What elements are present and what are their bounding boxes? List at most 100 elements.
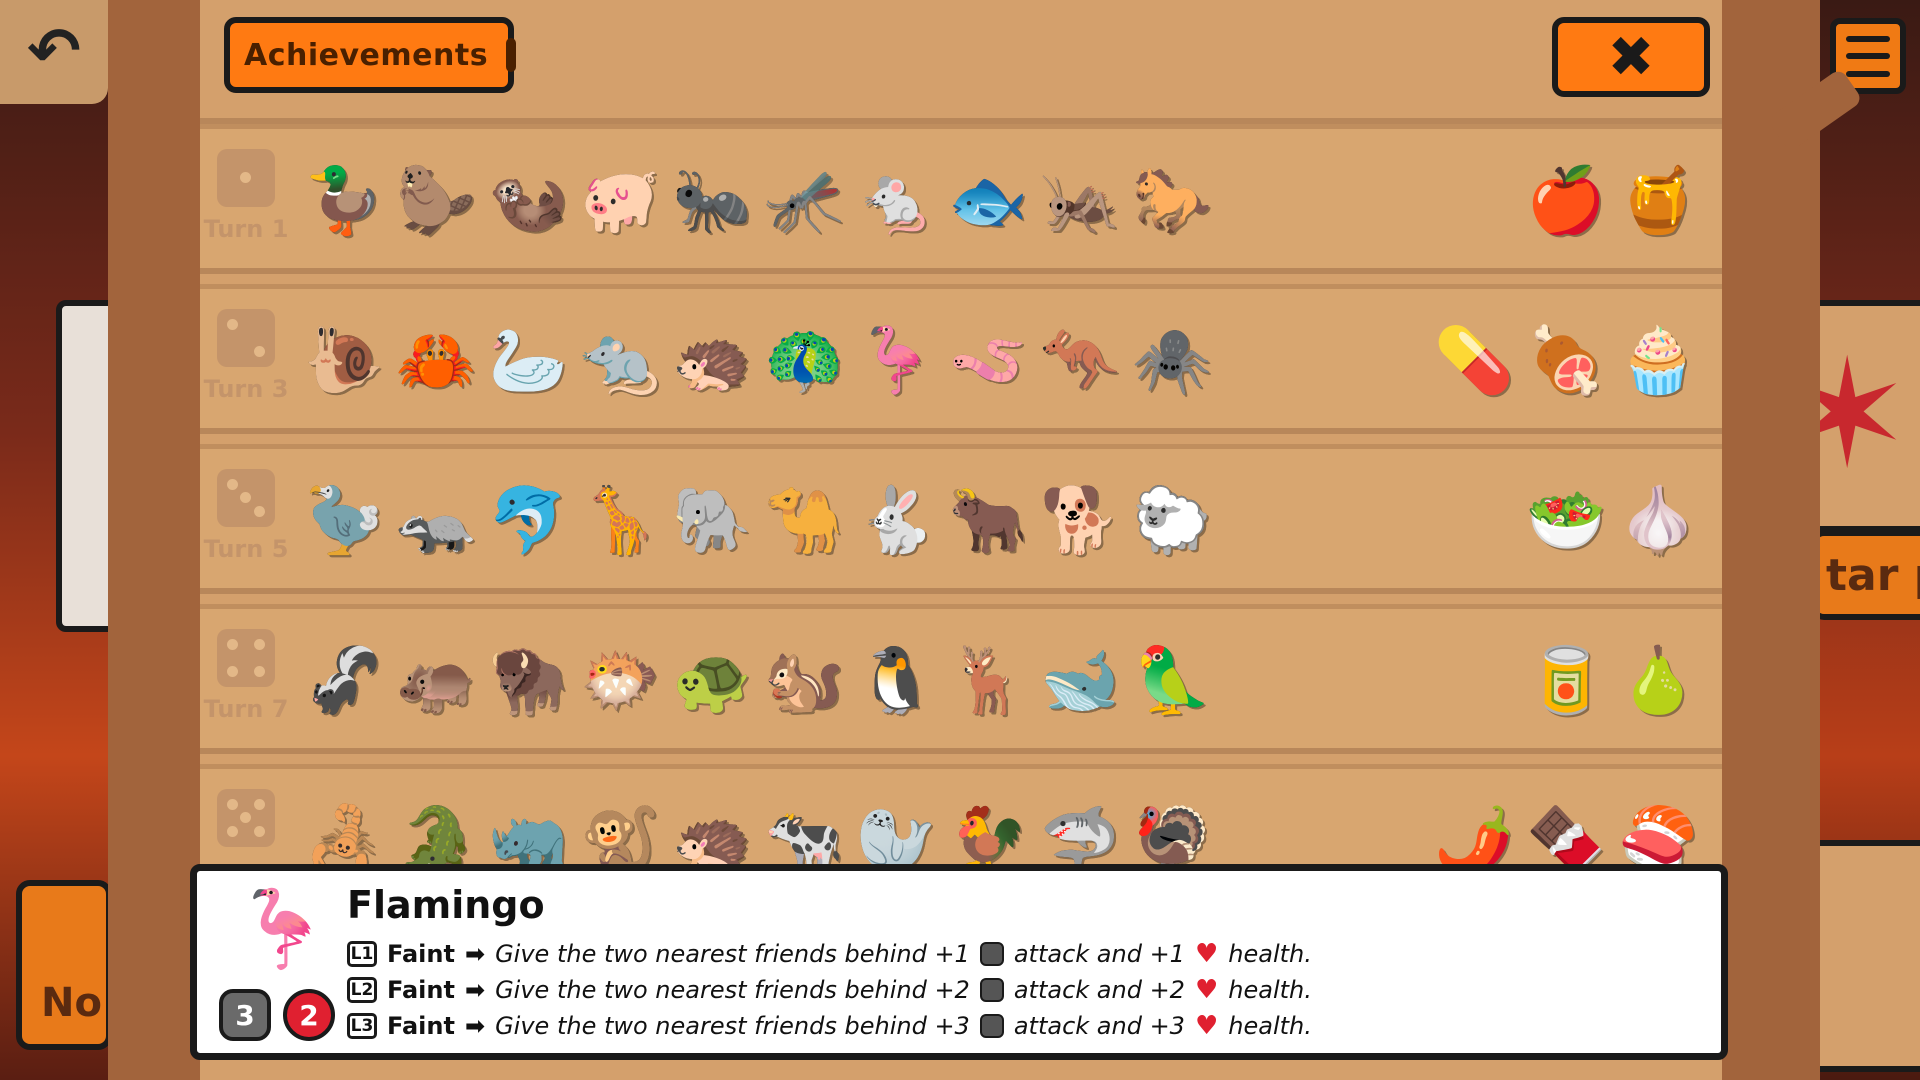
pet-list: 🦨 🦛 🦬 🐡 🐢 🐿️ 🐧 🦌 🐋 🦜: [298, 635, 1218, 735]
pet-icon[interactable]: 🦗: [1034, 155, 1126, 247]
menu-icon: [1846, 35, 1890, 42]
food-icon[interactable]: 🍎: [1520, 155, 1612, 247]
panel-header: Achievements ✖: [200, 0, 1722, 124]
pet-icon[interactable]: 🐂: [942, 475, 1034, 567]
pet-icon[interactable]: 🦤: [298, 475, 390, 567]
ability-text: health.: [1228, 940, 1312, 968]
pet-icon[interactable]: 🐑: [1126, 475, 1218, 567]
attack-icon: [979, 942, 1004, 966]
pet-icon[interactable]: 🦒: [574, 475, 666, 567]
background-card-bottom: [1804, 840, 1920, 1072]
ability-text: attack and +2: [1013, 976, 1185, 1004]
ability-trigger: Faint: [387, 940, 455, 968]
background-button: No: [16, 880, 112, 1050]
pet-icon[interactable]: 🦨: [298, 635, 390, 727]
attack-icon: [979, 1014, 1004, 1038]
turn-label: Turn 7: [203, 695, 289, 723]
achievements-label: Achievements: [244, 37, 489, 73]
turn-indicator: Turn 3: [204, 309, 288, 419]
pet-icon[interactable]: 🐕: [1034, 475, 1126, 567]
arrow-icon: ➡: [464, 976, 486, 1004]
pet-icon[interactable]: 🦘: [1034, 315, 1126, 407]
ability-line: L3 Faint ➡ Give the two nearest friends beh…: [347, 1011, 1312, 1041]
back-button[interactable]: ↶: [0, 0, 108, 104]
ability-trigger: Faint: [387, 1012, 455, 1040]
food-list: 💊 🍖 🧁: [1428, 315, 1704, 415]
undo-arrow-icon: ↶: [27, 15, 81, 89]
food-icon[interactable]: 🧁: [1612, 315, 1704, 407]
pet-icon[interactable]: 🦬: [482, 635, 574, 727]
close-icon: ✖: [1607, 24, 1655, 90]
food-icon[interactable]: 💊: [1428, 315, 1520, 407]
pet-icon[interactable]: 🦟: [758, 155, 850, 247]
pet-icon[interactable]: 🦌: [942, 635, 1034, 727]
pet-icon[interactable]: 🦜: [1126, 635, 1218, 727]
pet-icon[interactable]: 🐎: [1126, 155, 1218, 247]
pet-icon[interactable]: 🐟: [942, 155, 1034, 247]
background-button-label: No: [41, 980, 102, 1026]
checkbox-icon[interactable]: [506, 38, 517, 72]
tier-row: Turn 5 🦤 🦡 🐬 🦒 🐘 🐪 🐇 🐂 🐕 🐑 🥗 🧄: [200, 444, 1722, 594]
attack-stat: 3: [219, 989, 271, 1041]
food-icon[interactable]: 🍐: [1612, 635, 1704, 727]
turn-label: Turn 1: [203, 215, 289, 243]
pet-icon[interactable]: 🐬: [482, 475, 574, 567]
achievements-toggle[interactable]: Achievements: [224, 17, 517, 93]
food-icon[interactable]: 🧄: [1612, 475, 1704, 567]
food-list: 🍎 🍯: [1520, 155, 1704, 255]
ability-line: L2 Faint ➡ Give the two nearest friends beh…: [347, 975, 1312, 1005]
dice-icon: [217, 149, 275, 207]
pet-icon[interactable]: 🦀: [390, 315, 482, 407]
pet-icon[interactable]: 🐇: [850, 475, 942, 567]
pet-icon[interactable]: 🐖: [574, 155, 666, 247]
close-button[interactable]: ✖: [1552, 17, 1710, 97]
pet-icon[interactable]: 🦛: [390, 635, 482, 727]
food-icon[interactable]: 🍖: [1520, 315, 1612, 407]
arrow-icon: ➡: [464, 1012, 486, 1040]
dice-icon: [217, 469, 275, 527]
level-badge: L2: [347, 977, 377, 1003]
pet-icon[interactable]: 🕷️: [1126, 315, 1218, 407]
pet-icon[interactable]: 🦆: [298, 155, 390, 247]
pet-list: 🦤 🦡 🐬 🦒 🐘 🐪 🐇 🐂 🐕 🐑: [298, 475, 1218, 575]
turn-label: Turn 5: [203, 535, 289, 563]
pet-icon[interactable]: 🐌: [298, 315, 390, 407]
pet-icon[interactable]: 🐢: [666, 635, 758, 727]
pet-icon[interactable]: 🐧: [850, 635, 942, 727]
food-icon[interactable]: 🥫: [1520, 635, 1612, 727]
pet-icon[interactable]: 🦦: [482, 155, 574, 247]
pet-icon[interactable]: 🐁: [850, 155, 942, 247]
pet-icon[interactable]: 🦫: [390, 155, 482, 247]
pet-icon[interactable]: 🐪: [758, 475, 850, 567]
pet-list: 🦆 🦫 🦦 🐖 🐜 🦟 🐁 🐟 🦗 🐎: [298, 155, 1218, 255]
heart-icon: ♥: [1194, 1011, 1219, 1041]
pet-icon[interactable]: 🦡: [390, 475, 482, 567]
food-icon[interactable]: 🥗: [1520, 475, 1612, 567]
pet-icon[interactable]: 🦚: [758, 315, 850, 407]
background-banner-label: tar pa: [1826, 549, 1920, 601]
turn-indicator: Turn 5: [204, 469, 288, 579]
pet-icon[interactable]: 🐘: [666, 475, 758, 567]
dice-icon: [217, 629, 275, 687]
ability-text: attack and +1: [1013, 940, 1185, 968]
food-icon[interactable]: 🍯: [1612, 155, 1704, 247]
pet-icon[interactable]: 🪱: [942, 315, 1034, 407]
pet-icon[interactable]: 🦔: [666, 315, 758, 407]
pet-icon[interactable]: 🦢: [482, 315, 574, 407]
background-banner: tar pa: [1810, 530, 1920, 620]
dice-icon: [217, 789, 275, 847]
pet-icon[interactable]: 🦩: [850, 315, 942, 407]
ability-line: L1 Faint ➡ Give the two nearest friends beh…: [347, 939, 1312, 969]
pet-info-box: 🦩 3 2 Flamingo L1 Faint ➡ Give the two near…: [190, 864, 1728, 1060]
pet-icon[interactable]: 🐿️: [758, 635, 850, 727]
pet-icon[interactable]: 🐀: [574, 315, 666, 407]
ability-text: Give the two nearest friends behind +2: [495, 976, 970, 1004]
pet-icon[interactable]: 🐋: [1034, 635, 1126, 727]
tree-trunk-right: [1715, 0, 1820, 1080]
food-list: 🥫 🍐: [1520, 635, 1704, 735]
pet-icon[interactable]: 🐜: [666, 155, 758, 247]
ability-text: attack and +3: [1013, 1012, 1185, 1040]
tier-row: Turn 1 🦆 🦫 🦦 🐖 🐜 🦟 🐁 🐟 🦗 🐎 🍎 🍯: [200, 124, 1722, 274]
pet-icon[interactable]: 🐡: [574, 635, 666, 727]
arrow-icon: ➡: [464, 940, 486, 968]
